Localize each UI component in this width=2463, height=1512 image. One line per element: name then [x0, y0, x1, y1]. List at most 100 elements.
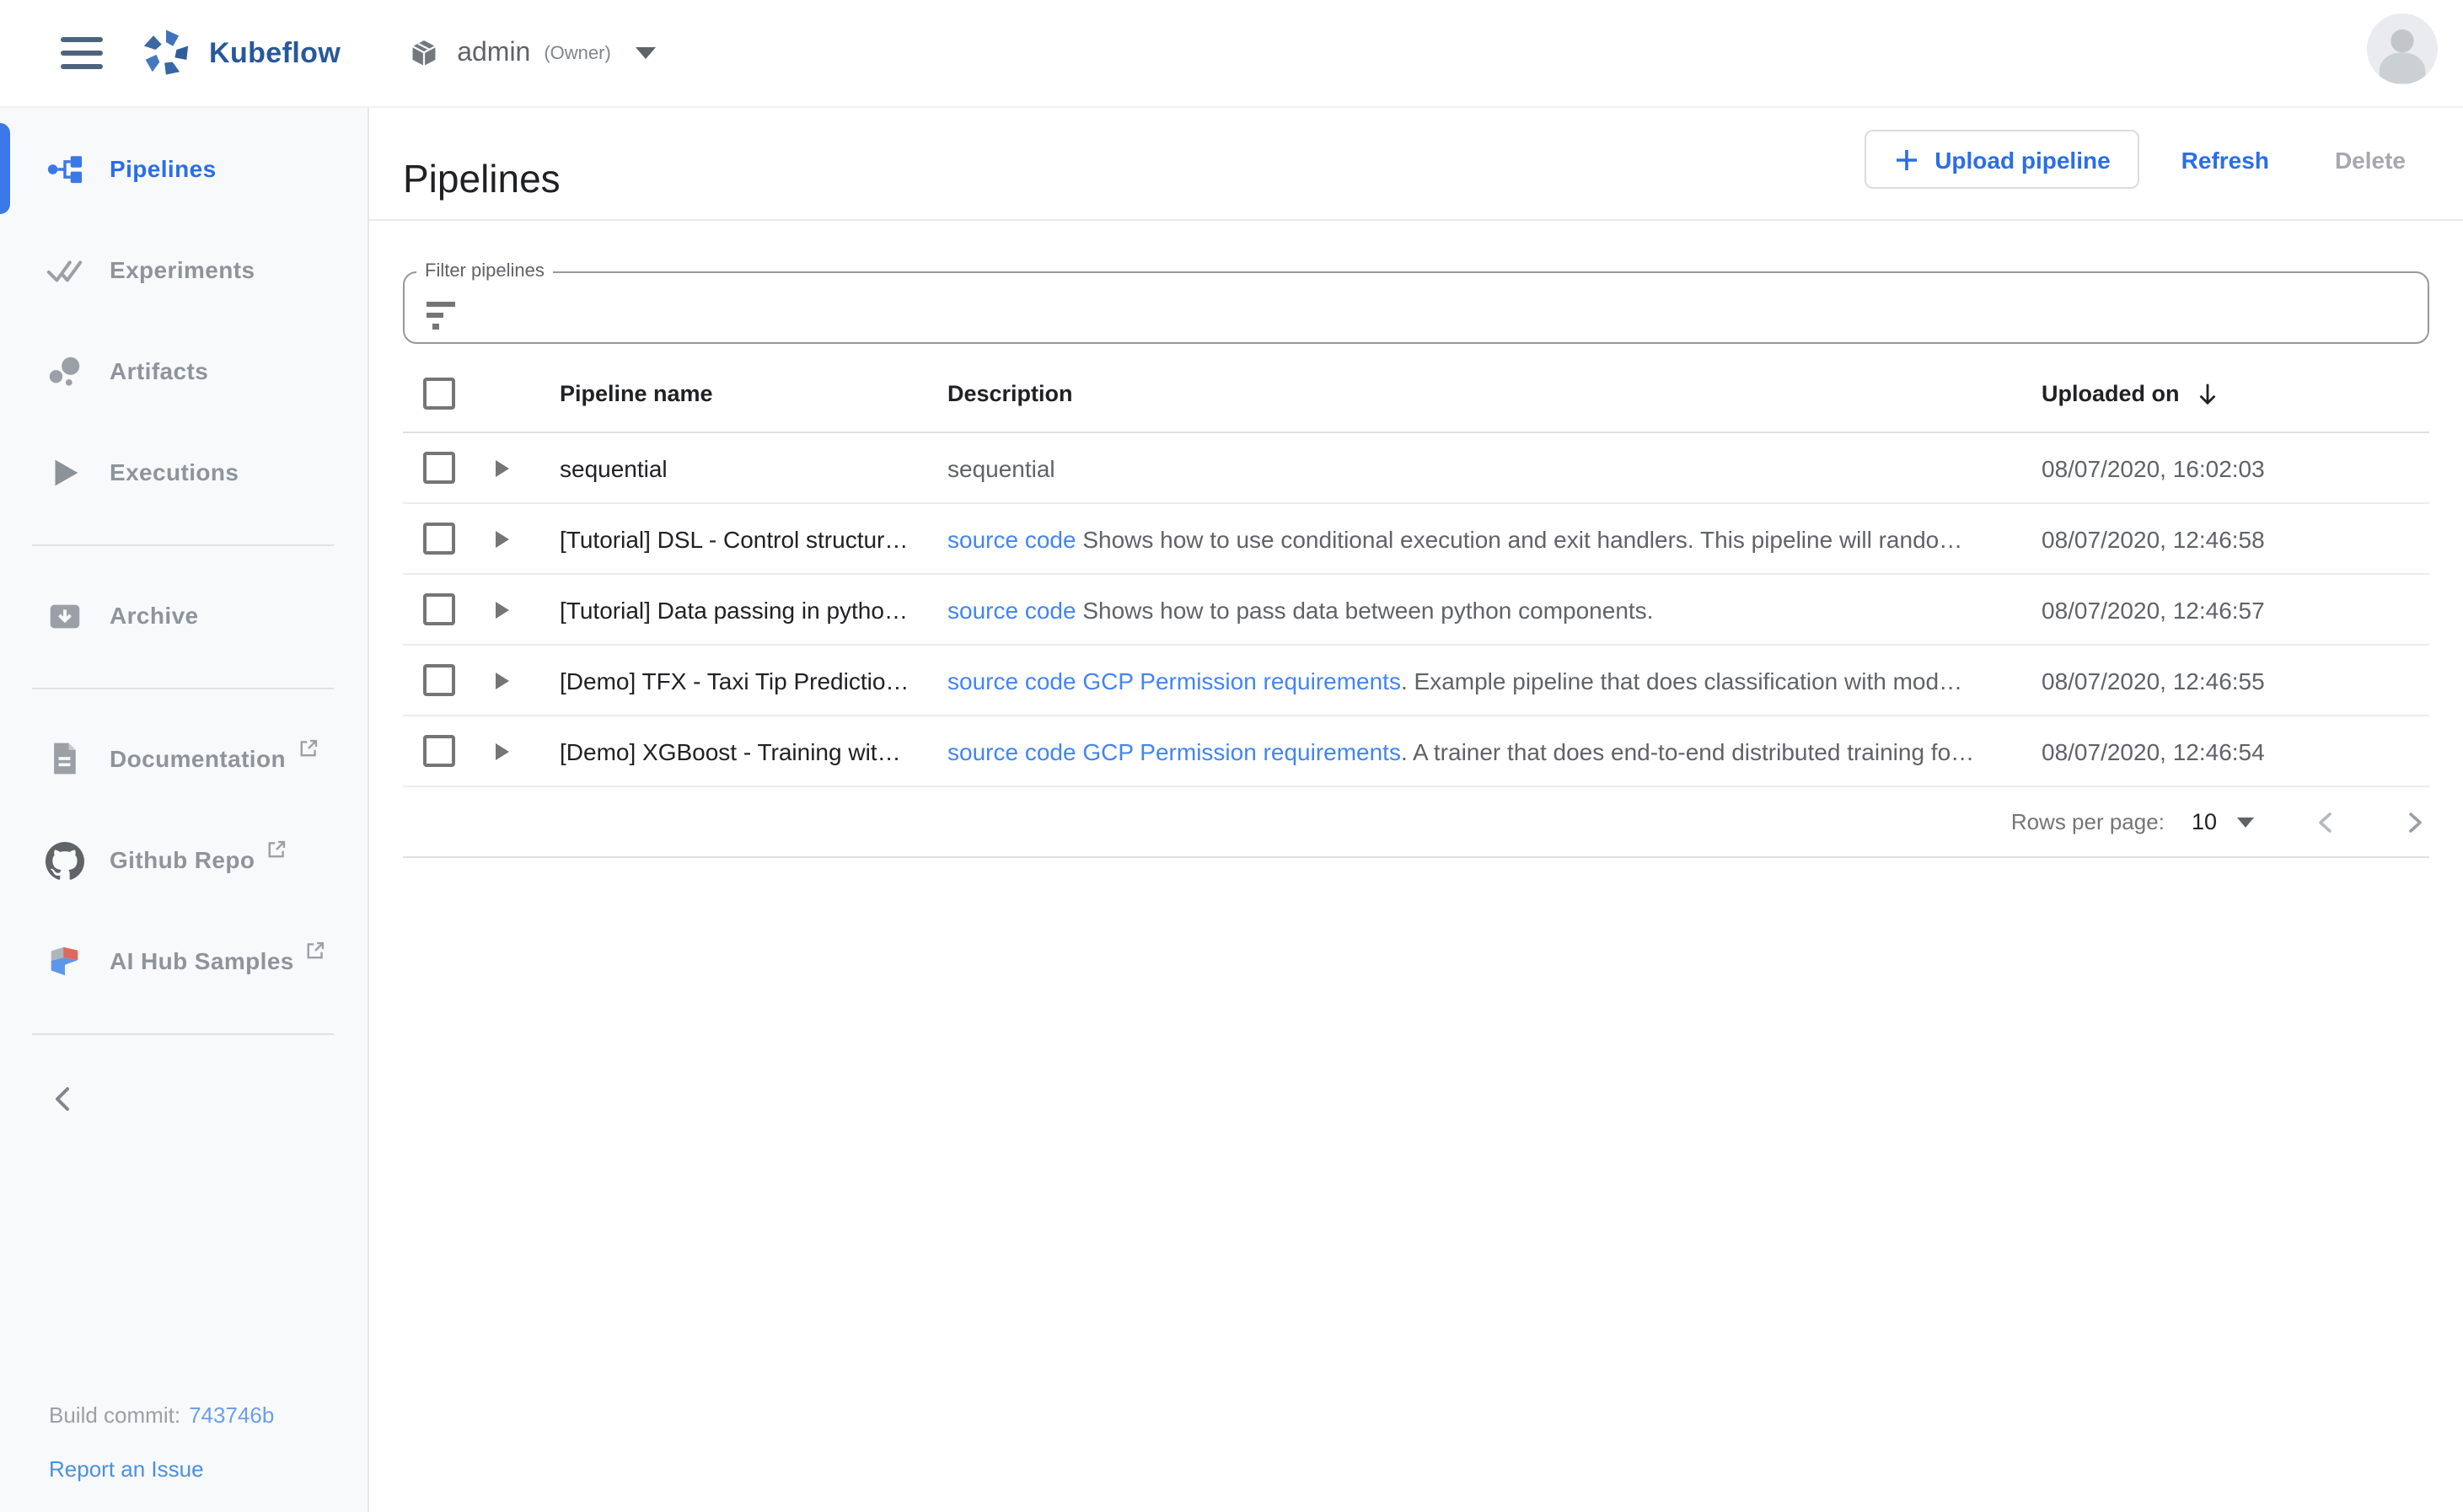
rows-per-page-select[interactable]: 10	[2192, 809, 2217, 834]
pipeline-name-link[interactable]: [Tutorial] Data passing in pytho…	[534, 596, 947, 623]
table-pagination: Rows per page: 10	[403, 787, 2429, 858]
kubeflow-logo-icon	[138, 25, 194, 81]
sidebar-item-label: AI Hub Samples	[110, 947, 294, 974]
plus-icon	[1892, 146, 1919, 173]
sidebar-item-label: Github Repo	[110, 846, 255, 873]
next-page-icon[interactable]	[2399, 807, 2429, 837]
expand-row-icon[interactable]	[496, 743, 509, 759]
app-title: Kubeflow	[209, 36, 341, 70]
build-commit-link[interactable]: 743746b	[189, 1402, 274, 1427]
source-code-link[interactable]: source code	[947, 525, 1076, 552]
github-icon	[44, 840, 84, 879]
kubeflow-logo[interactable]: Kubeflow	[138, 25, 341, 81]
source-code-link[interactable]: source code	[947, 737, 1076, 764]
refresh-button[interactable]: Refresh	[2158, 130, 2293, 189]
select-all-checkbox[interactable]	[423, 377, 455, 409]
expand-row-icon[interactable]	[496, 530, 509, 547]
sidebar-item-label: Documentation	[110, 745, 286, 772]
table-row[interactable]: [Demo] XGBoost - Training wit… source co…	[403, 716, 2429, 787]
row-checkbox[interactable]	[423, 523, 455, 555]
external-link-icon	[298, 737, 318, 767]
sidebar-item-label: Experiments	[110, 256, 255, 283]
expand-row-icon[interactable]	[496, 672, 509, 689]
report-issue-link[interactable]: Report an Issue	[49, 1441, 368, 1495]
pipelines-icon	[44, 149, 84, 188]
namespace-selector[interactable]: admin (Owner)	[408, 37, 657, 69]
sidebar-footer: Build commit: 743746b Report an Issue	[0, 1387, 368, 1512]
uploaded-date: 08/07/2020, 12:46:57	[2042, 596, 2429, 623]
sort-descending-icon	[2195, 380, 2220, 405]
row-checkbox[interactable]	[423, 664, 455, 696]
sidebar-item-executions[interactable]: Executions	[0, 421, 368, 523]
filter-pipelines-input[interactable]: Filter pipelines	[403, 261, 2429, 344]
dropdown-caret-icon[interactable]	[2237, 817, 2254, 827]
sidebar-item-artifacts[interactable]: Artifacts	[0, 320, 368, 421]
active-indicator	[0, 123, 10, 214]
expand-row-icon[interactable]	[496, 601, 509, 618]
filter-label: Filter pipelines	[416, 261, 553, 281]
sidebar-item-documentation[interactable]: Documentation	[0, 708, 368, 809]
table-row[interactable]: [Tutorial] DSL - Control structur… sourc…	[403, 504, 2429, 575]
column-header-description: Description	[947, 380, 2042, 405]
table-row[interactable]: [Tutorial] Data passing in pytho… source…	[403, 575, 2429, 646]
sidebar-item-experiments[interactable]: Experiments	[0, 219, 368, 320]
pipeline-description: sequential	[947, 454, 2042, 481]
external-link-icon	[306, 939, 326, 969]
dropdown-caret-icon	[636, 47, 657, 59]
sidebar-item-label: Pipelines	[110, 155, 217, 182]
upload-pipeline-label: Upload pipeline	[1934, 146, 2110, 173]
pipeline-name-link[interactable]: sequential	[534, 454, 947, 481]
sidebar-divider	[32, 544, 334, 546]
sidebar-item-label: Artifacts	[110, 357, 208, 384]
pipelines-table: Pipeline name Description Uploaded on	[403, 354, 2429, 858]
pipeline-description: source code GCP Permission requirements.…	[947, 667, 2042, 694]
document-icon	[44, 740, 84, 777]
table-row[interactable]: sequential sequential 08/07/2020, 16:02:…	[403, 433, 2429, 504]
row-checkbox[interactable]	[423, 593, 455, 625]
sidebar-divider	[32, 1033, 334, 1035]
expand-row-icon[interactable]	[496, 459, 509, 476]
uploaded-date: 08/07/2020, 12:46:58	[2042, 525, 2429, 552]
delete-button: Delete	[2311, 130, 2429, 189]
aihub-cube-icon	[44, 941, 84, 980]
table-row[interactable]: [Demo] TFX - Taxi Tip Predictio… source …	[403, 646, 2429, 716]
uploaded-date: 08/07/2020, 12:46:55	[2042, 667, 2429, 694]
pipeline-name-link[interactable]: [Demo] TFX - Taxi Tip Predictio…	[534, 667, 947, 694]
namespace-package-icon	[408, 37, 440, 69]
sidebar-item-archive[interactable]: Archive	[0, 565, 368, 666]
pipeline-name-link[interactable]: [Tutorial] DSL - Control structur…	[534, 525, 947, 552]
executions-icon	[44, 453, 84, 491]
sidebar-item-ai-hub-samples[interactable]: AI Hub Samples	[0, 910, 368, 1011]
namespace-name: admin	[457, 38, 530, 68]
collapse-sidebar-icon[interactable]	[47, 1072, 368, 1126]
app-header: Kubeflow admin (Owner)	[0, 0, 2463, 108]
pipeline-name-link[interactable]: [Demo] XGBoost - Training wit…	[534, 737, 947, 764]
source-code-link[interactable]: source code	[947, 596, 1076, 623]
artifacts-icon	[44, 351, 84, 390]
gcp-permission-requirements-link[interactable]: GCP Permission requirements	[1076, 667, 1401, 694]
column-header-uploaded-on[interactable]: Uploaded on	[2042, 380, 2429, 405]
menu-icon[interactable]	[61, 37, 103, 70]
avatar[interactable]	[2367, 13, 2438, 84]
uploaded-date: 08/07/2020, 16:02:03	[2042, 454, 2429, 481]
gcp-permission-requirements-link[interactable]: GCP Permission requirements	[1076, 737, 1401, 764]
pipeline-description: source code Shows how to pass data betwe…	[947, 596, 2042, 623]
main-content: Pipelines Upload pipeline Refresh Delete	[369, 108, 2463, 1512]
prev-page-icon	[2311, 807, 2342, 837]
upload-pipeline-button[interactable]: Upload pipeline	[1864, 130, 2138, 189]
sidebar-item-label: Archive	[110, 602, 199, 629]
sidebar: Pipelines Experiments	[0, 108, 369, 1512]
row-checkbox[interactable]	[423, 735, 455, 767]
sidebar-item-github-repo[interactable]: Github Repo	[0, 809, 368, 910]
row-checkbox[interactable]	[423, 452, 455, 484]
table-header-row: Pipeline name Description Uploaded on	[403, 354, 2429, 433]
filter-list-icon	[427, 300, 459, 340]
sidebar-divider	[32, 688, 334, 689]
experiments-icon	[44, 250, 84, 289]
page-title: Pipelines	[403, 157, 561, 202]
app-window: Kubeflow admin (Owner)	[0, 0, 2463, 1512]
build-commit-label: Build commit:	[49, 1402, 180, 1427]
source-code-link[interactable]: source code	[947, 667, 1076, 694]
sidebar-item-pipelines[interactable]: Pipelines	[0, 118, 368, 219]
pipeline-description: source code GCP Permission requirements.…	[947, 737, 2042, 764]
